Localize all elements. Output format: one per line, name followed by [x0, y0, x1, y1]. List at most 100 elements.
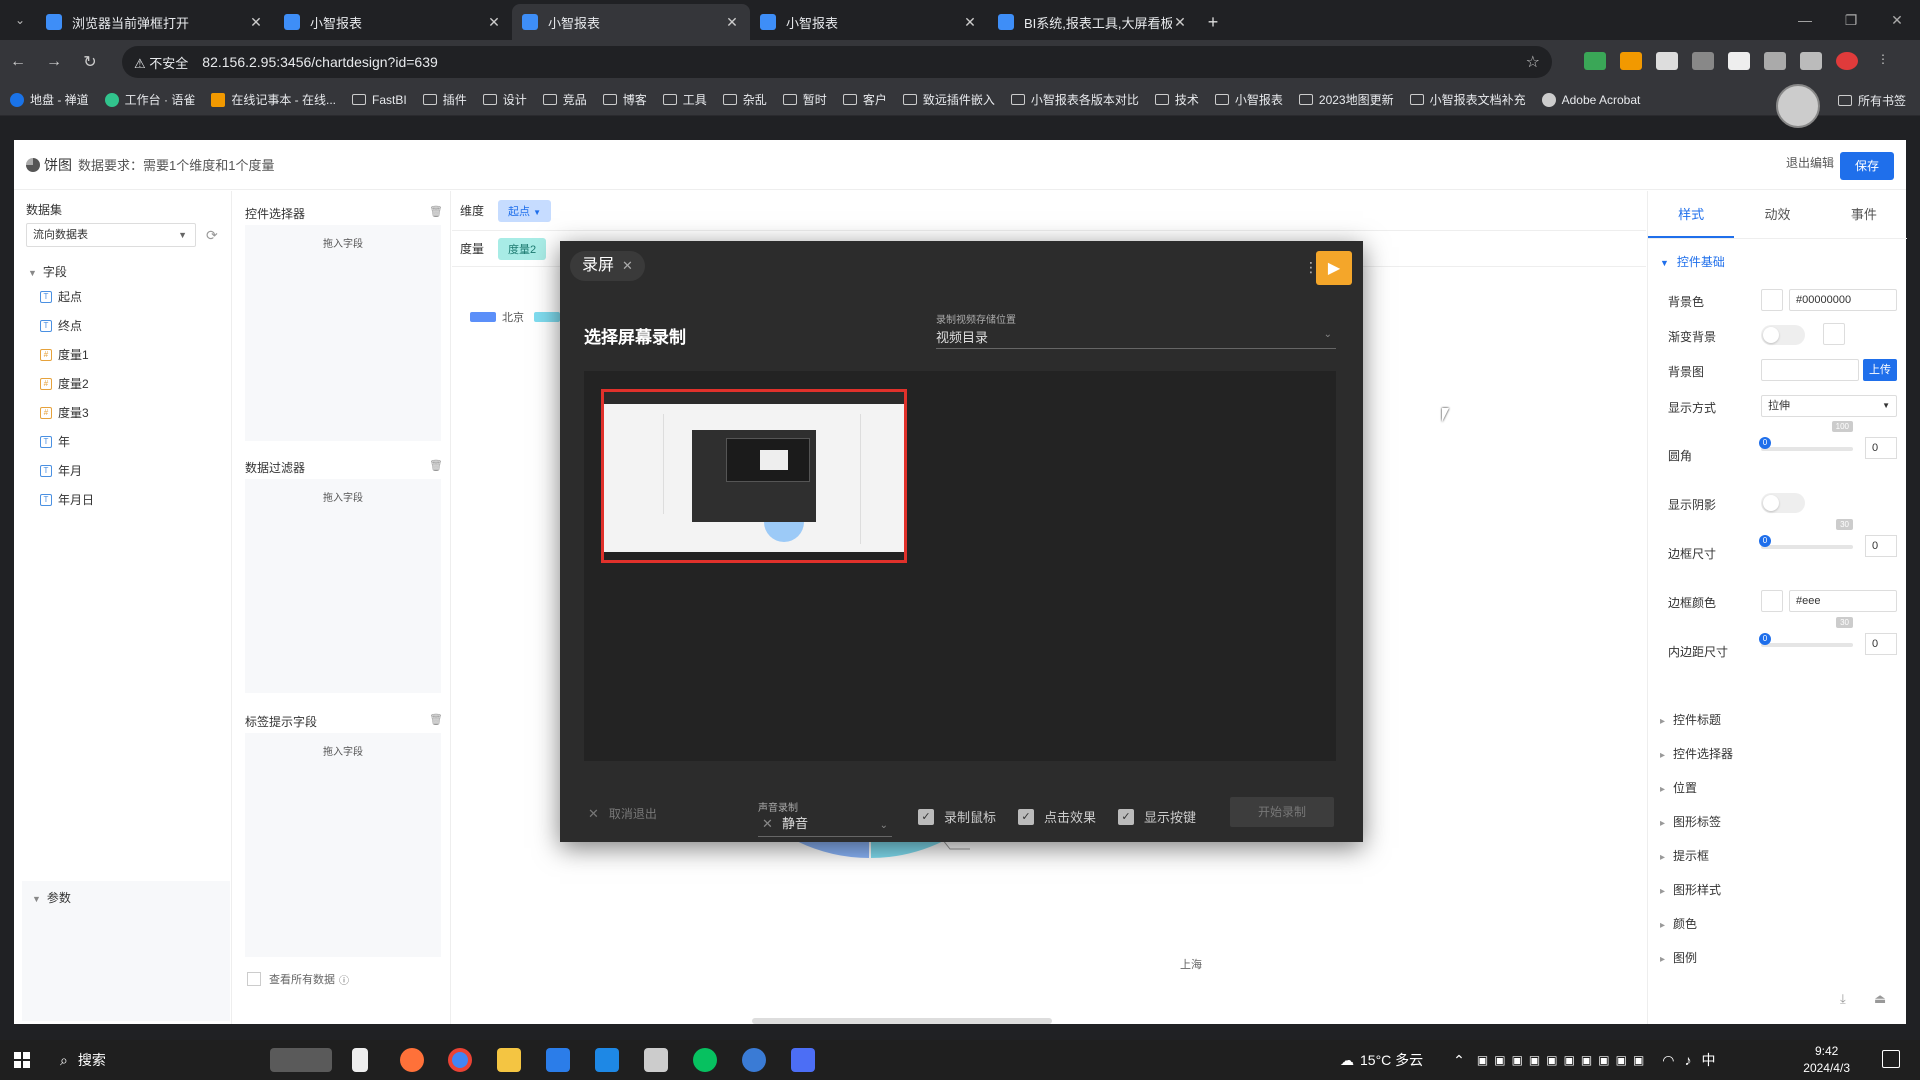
slider-knob[interactable]: 0 [1759, 437, 1771, 449]
dataset-select[interactable]: 流向数据表 ▼ [26, 223, 196, 247]
bookmark-folder[interactable]: 小智报表文档补充 [1409, 91, 1526, 108]
download-icon[interactable]: ⤓ [1840, 991, 1846, 1007]
border-color-swatch[interactable] [1761, 590, 1783, 612]
ime-indicator[interactable]: 中 [1702, 1050, 1716, 1070]
radius-slider[interactable]: 0 100 [1759, 421, 1853, 451]
border-size-slider[interactable]: 0 30 [1759, 519, 1853, 549]
close-tab-icon[interactable]: ✕ [724, 14, 740, 31]
show-all-data[interactable]: 查看所有数据 ⓘ [247, 971, 349, 987]
bookmark-folder[interactable]: 设计 [482, 91, 527, 108]
video-camera-icon[interactable]: ▶ [1316, 251, 1352, 285]
security-indicator[interactable]: ⚠ 不安全 [134, 53, 188, 72]
camera-extension-icon[interactable] [1656, 52, 1678, 70]
section-legend[interactable]: 图例 [1660, 949, 1697, 966]
close-window-icon[interactable]: ✕ [1874, 0, 1920, 40]
cancel-button[interactable]: ✕ 取消退出 [588, 805, 657, 822]
notepad-icon[interactable] [644, 1048, 668, 1072]
notification-icon[interactable] [1882, 1050, 1900, 1068]
weather-text[interactable]: 15°C 多云 [1360, 1050, 1423, 1070]
section-title[interactable]: 控件标题 [1660, 711, 1721, 728]
close-tab-icon[interactable]: ✕ [248, 14, 264, 31]
close-icon[interactable]: ✕ [622, 258, 633, 273]
slider-knob[interactable]: 0 [1759, 633, 1771, 645]
profile-avatar[interactable] [1776, 84, 1820, 128]
volume-icon[interactable]: ♪ [1685, 1052, 1692, 1068]
browser-tab[interactable]: 小智报表 ✕ [750, 4, 988, 40]
bookmark-folder[interactable]: 暂时 [782, 91, 827, 108]
padding-slider[interactable]: 0 30 [1759, 617, 1853, 647]
forward-icon[interactable]: → [36, 53, 72, 71]
browser-tab[interactable]: 小智报表 ✕ [274, 4, 512, 40]
padding-input[interactable]: 0 [1865, 633, 1897, 655]
data-filter-dropzone[interactable]: 拖入字段 [245, 479, 441, 693]
store-icon[interactable] [546, 1048, 570, 1072]
bookmark-folder[interactable]: FastBI [352, 93, 407, 107]
shield-extension-icon[interactable] [1584, 52, 1606, 70]
field-item[interactable]: # 度量1 [40, 346, 89, 363]
bookmark-folder[interactable]: 工具 [662, 91, 707, 108]
section-selector[interactable]: 控件选择器 [1660, 745, 1733, 762]
field-item[interactable]: T年 [40, 433, 70, 450]
start-recording-button[interactable]: 开始录制 [1230, 797, 1334, 827]
new-tab-button[interactable]: + [1198, 4, 1228, 40]
restore-icon[interactable]: ❐ [1828, 0, 1874, 40]
weather-icon[interactable]: ☁ [1340, 1052, 1354, 1069]
label-tip-dropzone[interactable]: 拖入字段 [245, 733, 441, 957]
save-location-select[interactable]: 视频目录 ⌄ [936, 327, 1336, 349]
tab-style[interactable]: 样式 [1648, 191, 1735, 238]
save-button[interactable]: 保存 [1840, 152, 1894, 180]
bg-color-input[interactable]: #00000000 [1789, 289, 1897, 311]
field-item[interactable]: T 年月日 [40, 491, 94, 508]
bookmark[interactable]: 工作台 · 语雀 [104, 91, 195, 108]
refresh-icon[interactable]: ⟳ [206, 227, 218, 244]
field-item[interactable]: # 度量3 [40, 404, 89, 421]
wechat-icon[interactable] [693, 1048, 717, 1072]
wifi-icon[interactable]: ◠ [1662, 1052, 1674, 1069]
trash-icon[interactable]: 🗑 [429, 205, 443, 218]
bookmark-folder[interactable]: 竞品 [542, 91, 587, 108]
trash-icon[interactable]: 🗑 [429, 459, 443, 472]
feishu-icon[interactable] [791, 1048, 815, 1072]
section-tooltip[interactable]: 提示框 [1660, 847, 1709, 864]
gradient-toggle[interactable] [1761, 325, 1805, 345]
bookmark-folder[interactable]: 2023地图更新 [1298, 91, 1394, 108]
audio-select[interactable]: ✕ 静音 ⌄ [758, 813, 892, 837]
minimize-icon[interactable]: — [1782, 0, 1828, 40]
field-item[interactable]: # 度量2 [40, 375, 89, 392]
tab-search-icon[interactable]: ⌄ [10, 10, 30, 30]
chrome-icon[interactable] [448, 1048, 472, 1072]
radius-input[interactable]: 0 [1865, 437, 1897, 459]
checkbox-checked[interactable]: ✓ [1118, 808, 1134, 825]
browser-tab-active[interactable]: 小智报表 ✕ [512, 4, 750, 40]
bookmark-star-icon[interactable]: ☆ [1526, 52, 1540, 72]
display-mode-select[interactable]: 拉伸 ▼ [1761, 395, 1897, 417]
file-explorer-icon[interactable] [497, 1048, 521, 1072]
puzzle-extensions-icon[interactable] [1764, 52, 1786, 70]
border-size-input[interactable]: 0 [1865, 535, 1897, 557]
click-effect-option[interactable]: ✓ 点击效果 [1018, 807, 1096, 826]
screen-thumbnail[interactable] [601, 389, 907, 563]
horizontal-scrollbar[interactable] [752, 1018, 1052, 1024]
taskbar-search[interactable]: ⌕ 搜索 [60, 1050, 106, 1070]
clock[interactable]: 9:42 2024/4/3 [1803, 1043, 1850, 1077]
tray-expand-icon[interactable]: ⌃ [1453, 1052, 1465, 1069]
control-selector-dropzone[interactable]: 拖入字段 [245, 225, 441, 441]
field-item[interactable]: T 起点 [40, 288, 82, 305]
collapse-up-icon[interactable]: ⏏ [1874, 991, 1886, 1007]
section-basic[interactable]: ▼ 控件基础 [1660, 253, 1725, 270]
tab-events[interactable]: 事件 [1821, 191, 1907, 238]
mail-icon[interactable] [595, 1048, 619, 1072]
record-tab[interactable]: 录屏 ✕ [570, 251, 645, 281]
bookmark-folder[interactable]: 小智报表各版本对比 [1010, 91, 1139, 108]
close-tab-icon[interactable]: ✕ [962, 14, 978, 31]
address-bar[interactable]: ⚠ 不安全 82.156.2.95:3456/chartdesign?id=63… [122, 46, 1552, 78]
windows-start-icon[interactable] [14, 1052, 30, 1068]
sidepanel-icon[interactable] [1800, 52, 1822, 70]
back-icon[interactable]: ← [0, 53, 36, 71]
show-all-checkbox[interactable] [247, 972, 261, 986]
bookmark-folder[interactable]: 博客 [602, 91, 647, 108]
border-color-input[interactable]: #eee [1789, 590, 1897, 612]
close-tab-icon[interactable]: ✕ [1172, 14, 1188, 31]
section-color[interactable]: 颜色 [1660, 915, 1697, 932]
measure-chip[interactable]: 度量2 [498, 237, 547, 260]
